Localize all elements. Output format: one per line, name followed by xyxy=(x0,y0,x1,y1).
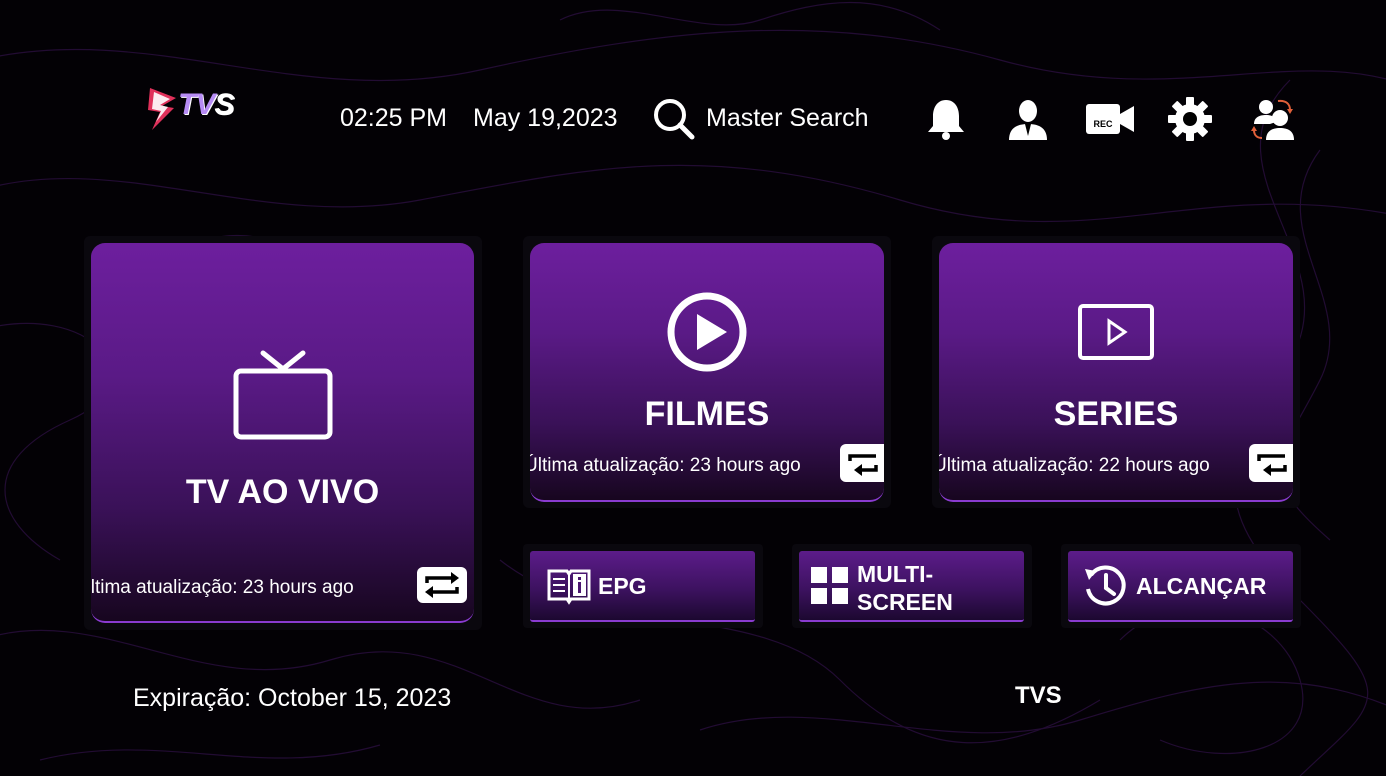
epg-button[interactable]: EPG xyxy=(530,551,755,622)
live-tv-last-update: Última atualização: 23 hours ago xyxy=(91,577,354,598)
rec-label: REC xyxy=(1093,119,1113,129)
clock-time: 02:25 PM xyxy=(340,104,448,132)
master-search-button[interactable]: Master Search xyxy=(706,104,869,133)
user-icon[interactable] xyxy=(1005,96,1051,142)
series-title: SERIES xyxy=(1053,395,1179,433)
app-logo: TVS xyxy=(146,84,234,132)
bell-icon[interactable] xyxy=(923,96,969,142)
multiscreen-label-line1: MULTI- xyxy=(857,561,934,587)
movies-last-update: Última atualização: 23 hours ago xyxy=(530,455,801,476)
multiscreen-label-line2: SCREEN xyxy=(857,589,953,615)
multiscreen-label: MULTI- SCREEN xyxy=(857,560,953,616)
movies-tile[interactable]: FILMES Última atualização: 23 hours ago xyxy=(530,243,884,502)
series-tile[interactable]: SERIES Última atualização: 22 hours ago xyxy=(939,243,1293,502)
guide-book-icon xyxy=(547,569,591,605)
logo-text: TVS xyxy=(178,88,234,121)
brand-label: TVS xyxy=(1015,682,1062,709)
series-refresh-button[interactable] xyxy=(1249,444,1293,482)
refresh-icon xyxy=(425,572,459,598)
series-last-update: Última atualização: 22 hours ago xyxy=(939,455,1210,476)
history-icon xyxy=(1085,565,1126,606)
live-tv-title: TV AO VIVO xyxy=(185,473,380,511)
multiscreen-button[interactable]: MULTI- SCREEN xyxy=(799,551,1024,622)
home-screen: TVS 02:25 PM May 19,2023 Master Search R… xyxy=(0,0,1386,776)
epg-label: EPG xyxy=(598,573,647,599)
play-circle-icon xyxy=(667,292,747,372)
grid-icon xyxy=(811,567,848,604)
refresh-icon xyxy=(1257,454,1287,476)
tv-icon xyxy=(233,350,333,440)
switch-user-icon[interactable] xyxy=(1250,96,1296,142)
expiration-date: Expiração: October 15, 2023 xyxy=(133,684,452,712)
record-camera-icon[interactable]: REC xyxy=(1084,96,1136,142)
catchup-label: ALCANÇAR xyxy=(1136,573,1267,599)
play-rectangle-icon xyxy=(1078,304,1154,360)
refresh-icon xyxy=(848,454,878,476)
live-tv-refresh-button[interactable] xyxy=(417,567,467,603)
catchup-button[interactable]: ALCANÇAR xyxy=(1068,551,1293,622)
clock-date: May 19,2023 xyxy=(473,104,618,132)
gear-icon[interactable] xyxy=(1167,96,1213,142)
live-tv-tile[interactable]: TV AO VIVO Última atualização: 23 hours … xyxy=(91,243,474,623)
search-icon[interactable] xyxy=(652,97,696,141)
movies-refresh-button[interactable] xyxy=(840,444,884,482)
movies-title: FILMES xyxy=(644,395,770,433)
